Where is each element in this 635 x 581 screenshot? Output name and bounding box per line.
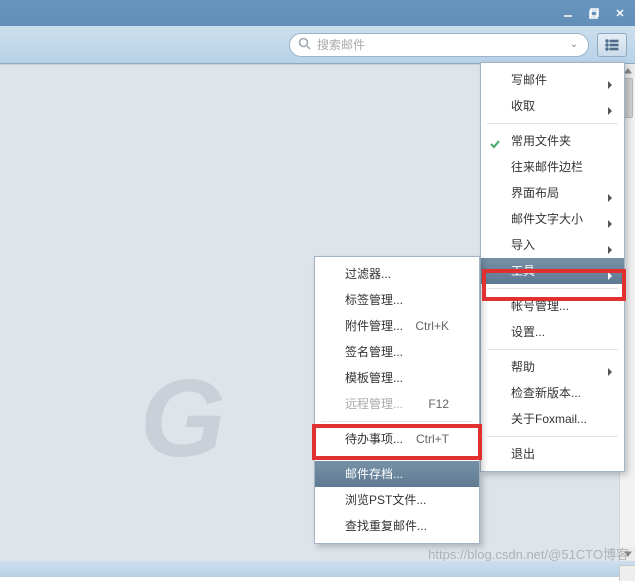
search-input[interactable] — [317, 38, 560, 52]
menu-main-item-label: 退出 — [511, 447, 535, 461]
minimize-button[interactable] — [559, 6, 577, 20]
menu-main-separator — [487, 349, 618, 350]
menu-main-item-label: 关于Foxmail... — [511, 412, 587, 426]
menu-main-item-4[interactable]: 往来邮件边栏 — [481, 154, 624, 180]
menu-sub-item-11[interactable]: 查找重复邮件... — [315, 513, 479, 539]
menu-main-item-7[interactable]: 导入 — [481, 232, 624, 258]
menu-sub-item-label: 远程管理... — [345, 397, 403, 411]
menu-main-item-label: 邮件文字大小 — [511, 212, 583, 226]
menu-main-item-1[interactable]: 收取 — [481, 93, 624, 119]
menu-sub-item-label: 浏览PST文件... — [345, 493, 426, 507]
menu-sub-item-5: 远程管理... F12 — [315, 391, 479, 417]
menu-main-item-label: 往来邮件边栏 — [511, 160, 583, 174]
menu-main-item-label: 工具 — [511, 264, 535, 278]
menu-main-item-label: 设置... — [511, 325, 545, 339]
menu-sub-item-7[interactable]: 待办事项... Ctrl+T — [315, 426, 479, 452]
menu-sub-item-label: 过滤器... — [345, 267, 391, 281]
menu-main-item-6[interactable]: 邮件文字大小 — [481, 206, 624, 232]
menu-sub-item-label: 标签管理... — [345, 293, 403, 307]
menu-sub-item-label: 待办事项... — [345, 432, 403, 446]
menu-sub-item-1[interactable]: 标签管理... — [315, 287, 479, 313]
menu-main-item-5[interactable]: 界面布局 — [481, 180, 624, 206]
menu-sub-item-label: 邮件存档... — [345, 467, 403, 481]
toolbar: ⌄ — [0, 26, 635, 64]
menu-button[interactable] — [597, 33, 627, 57]
menu-main-item-8[interactable]: 工具 — [481, 258, 624, 284]
menu-main-item-10[interactable]: 帐号管理... — [481, 293, 624, 319]
search-box[interactable]: ⌄ — [289, 33, 589, 57]
menu-sub-item-3[interactable]: 签名管理... — [315, 339, 479, 365]
menu-main-separator — [487, 123, 618, 124]
menu-main-item-14[interactable]: 检查新版本... — [481, 380, 624, 406]
menu-main-item-label: 帮助 — [511, 360, 535, 374]
menu-sub-item-shortcut: Ctrl+K — [415, 313, 449, 339]
chevron-right-icon — [606, 100, 614, 126]
close-button[interactable] — [611, 6, 629, 20]
menu-main-item-13[interactable]: 帮助 — [481, 354, 624, 380]
menu-sub-item-label: 签名管理... — [345, 345, 403, 359]
search-dropdown-icon[interactable]: ⌄ — [566, 39, 582, 50]
menu-main-item-label: 检查新版本... — [511, 386, 581, 400]
menu-main-item-3[interactable]: 常用文件夹 — [481, 128, 624, 154]
window-titlebar — [0, 0, 635, 26]
menu-sub-item-2[interactable]: 附件管理... Ctrl+K — [315, 313, 479, 339]
menu-sub-item-shortcut: Ctrl+T — [416, 426, 449, 452]
menu-main-item-label: 收取 — [511, 99, 535, 113]
menu-sub-item-label: 查找重复邮件... — [345, 519, 427, 533]
menu-main-item-17[interactable]: 退出 — [481, 441, 624, 467]
menu-sub-item-label: 附件管理... — [345, 319, 403, 333]
chevron-right-icon — [606, 265, 614, 291]
foxmail-logo: G — [140, 355, 290, 465]
menu-sub-separator — [321, 421, 473, 422]
menu-main-separator — [487, 436, 618, 437]
menu-main-item-0[interactable]: 写邮件 — [481, 67, 624, 93]
menu-main-item-label: 常用文件夹 — [511, 134, 571, 148]
menu-sub-item-9[interactable]: 邮件存档... — [315, 461, 479, 487]
menu-sub-item-shortcut: F12 — [428, 391, 449, 417]
main-menu: 写邮件收取常用文件夹往来邮件边栏界面布局邮件文字大小导入工具帐号管理... 设置.… — [480, 62, 625, 472]
menu-main-item-label: 帐号管理... — [511, 299, 569, 313]
menu-sub-item-10[interactable]: 浏览PST文件... — [315, 487, 479, 513]
menu-sub-separator — [321, 456, 473, 457]
menu-sub-item-4[interactable]: 模板管理... — [315, 365, 479, 391]
menu-main-separator — [487, 288, 618, 289]
menu-sub-item-0[interactable]: 过滤器... — [315, 261, 479, 287]
search-icon — [298, 37, 311, 53]
tools-submenu: 过滤器... 标签管理... 附件管理... Ctrl+K 签名管理... 模板管理...… — [314, 256, 480, 544]
menu-main-item-label: 导入 — [511, 238, 535, 252]
menu-main-item-11[interactable]: 设置... — [481, 319, 624, 345]
maximize-button[interactable] — [585, 6, 603, 20]
menu-main-item-15[interactable]: 关于Foxmail... — [481, 406, 624, 432]
menu-main-item-label: 界面布局 — [511, 186, 559, 200]
resize-corner[interactable] — [619, 565, 635, 581]
menu-main-item-label: 写邮件 — [511, 73, 547, 87]
status-bar — [0, 561, 635, 577]
menu-sub-item-label: 模板管理... — [345, 371, 403, 385]
